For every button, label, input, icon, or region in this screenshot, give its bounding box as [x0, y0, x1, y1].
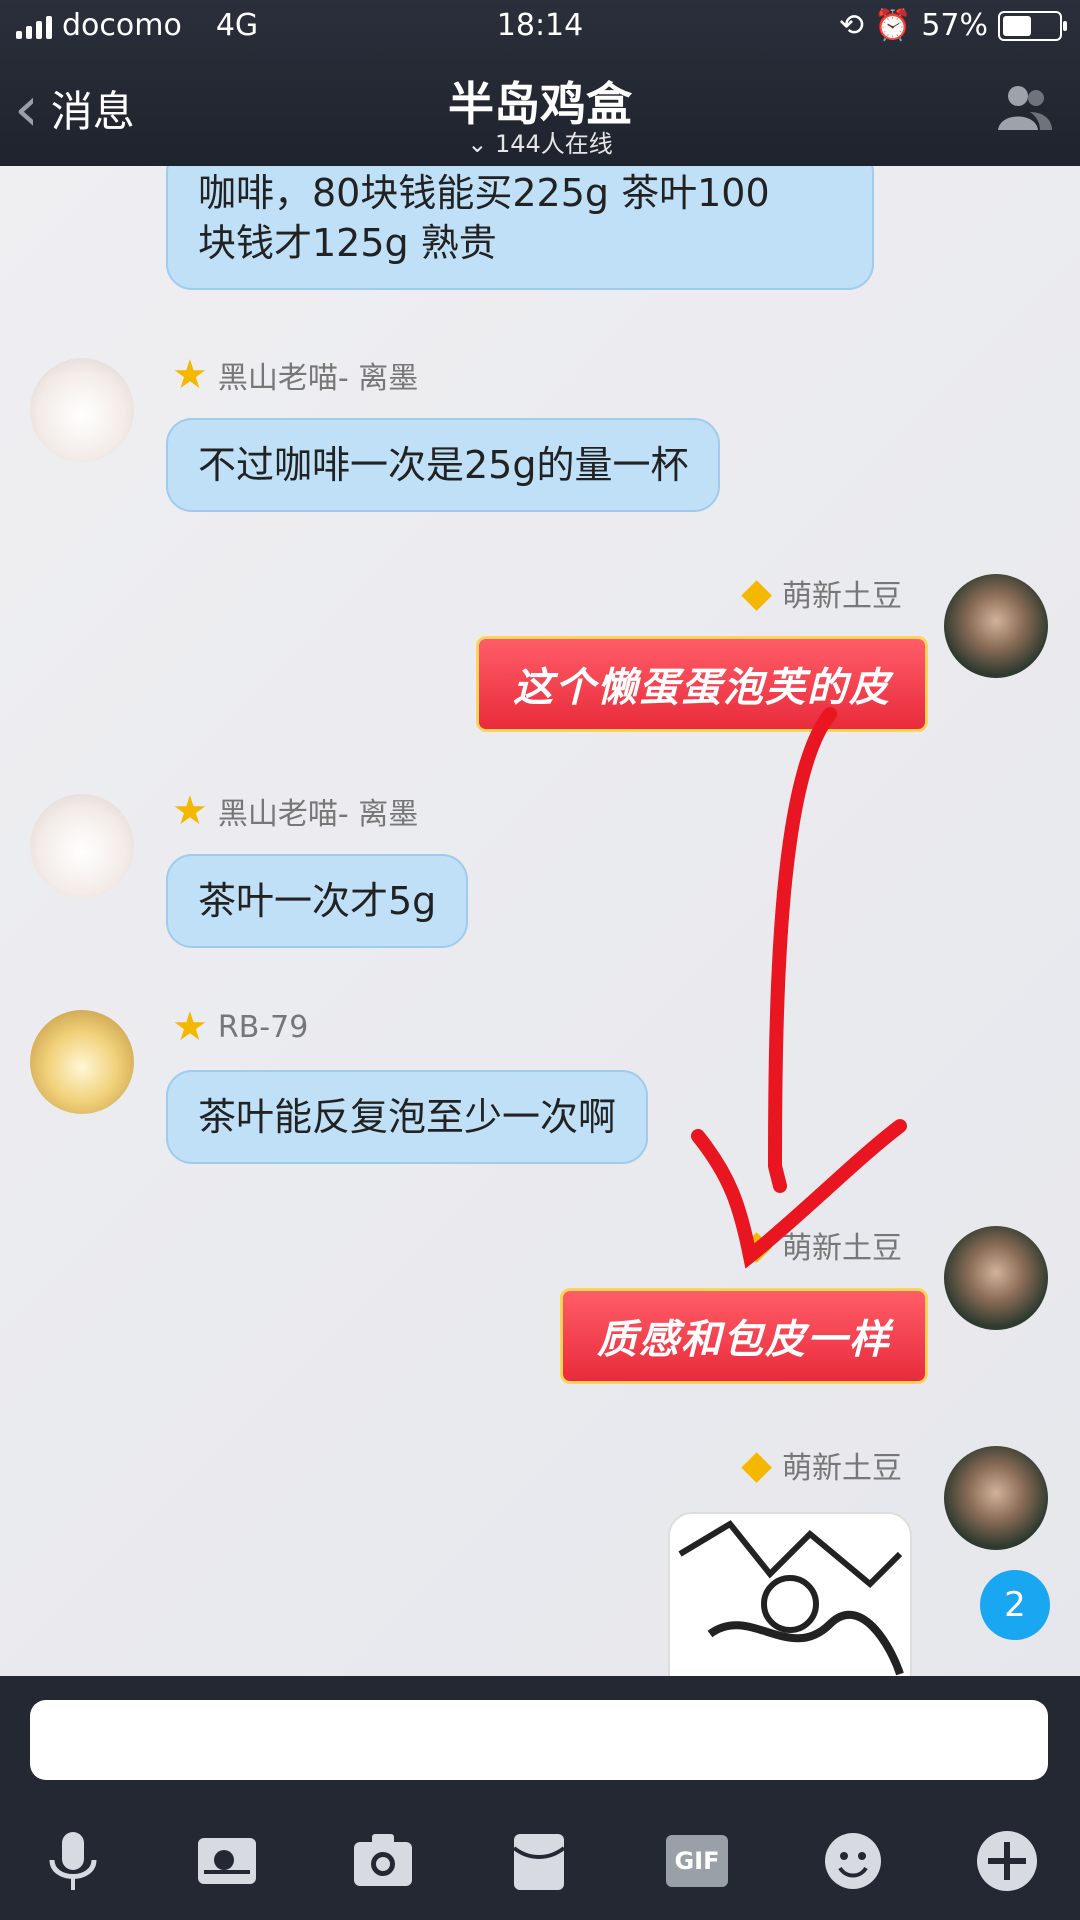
message-text: 茶叶能反复泡至少一次啊 — [198, 1095, 617, 1139]
status-bar: docomo 4G 18:14 ⟲ ⏰ 57% — [0, 8, 1080, 52]
star-icon: ◆ — [741, 570, 772, 616]
message-bubble[interactable]: 这个懒蛋蛋泡芙的皮 — [476, 636, 928, 732]
battery-icon — [998, 10, 1067, 41]
avatar[interactable] — [30, 794, 134, 898]
online-count: ⌄ 144人在线 — [0, 124, 1080, 159]
message-bubble[interactable]: 不过咖啡一次是25g的量一杯 — [166, 418, 721, 512]
message-text: 质感和包皮一样 — [597, 1317, 891, 1363]
gif-label: GIF — [666, 1835, 728, 1887]
message-text: 茶叶一次才5g — [198, 879, 437, 923]
message-text: 不过咖啡一次是25g的量一杯 — [198, 443, 689, 487]
sender-name: ◆ 萌新土豆 — [741, 1222, 902, 1268]
message-bubble[interactable]: 质感和包皮一样 — [560, 1288, 928, 1384]
message-bubble[interactable]: 咖啡，80块钱能买225g 茶叶100 块钱才125g 熟贵 — [166, 166, 874, 290]
avatar[interactable] — [944, 574, 1048, 678]
avatar[interactable] — [30, 358, 134, 462]
star-icon: ★ — [172, 788, 208, 834]
plus-icon[interactable] — [972, 1826, 1042, 1896]
sender-name: ◆ 萌新土豆 — [741, 570, 902, 616]
star-icon: ★ — [172, 1004, 208, 1050]
unread-badge[interactable]: 2 — [980, 1570, 1050, 1640]
rotation-lock-icon: ⟲ — [838, 8, 864, 43]
star-icon: ◆ — [741, 1442, 772, 1488]
sender-name: ★ RB-79 — [172, 1004, 308, 1050]
avatar[interactable] — [944, 1226, 1048, 1330]
star-icon: ◆ — [741, 1222, 772, 1268]
photo-icon[interactable] — [192, 1826, 262, 1896]
red-arrow-annotation — [691, 707, 907, 1269]
camera-icon[interactable] — [348, 1826, 418, 1896]
sender-name-text: 萌新土豆 — [782, 1451, 902, 1486]
microphone-icon[interactable] — [38, 1826, 108, 1896]
input-bar: GIF — [0, 1676, 1080, 1920]
battery-percent: 57% — [921, 8, 988, 43]
sender-name-text: 黑山老喵- 离墨 — [217, 361, 419, 396]
sender-name: ★ 黑山老喵- 离墨 — [172, 352, 418, 398]
sender-name-text: RB-79 — [217, 1009, 309, 1045]
sender-name: ★ 黑山老喵- 离墨 — [172, 788, 418, 834]
message-input[interactable] — [30, 1700, 1048, 1780]
alarm-icon: ⏰ — [873, 8, 912, 43]
message-text: 这个懒蛋蛋泡芙的皮 — [513, 665, 891, 711]
gif-icon[interactable]: GIF — [662, 1826, 732, 1896]
message-bubble[interactable]: 茶叶一次才5g — [166, 854, 469, 948]
sender-name-text: 萌新土豆 — [782, 1231, 902, 1266]
message-text: 咖啡，80块钱能买225g 茶叶100 — [198, 171, 770, 215]
message-text: 块钱才125g 熟贵 — [198, 221, 497, 265]
top-bar: docomo 4G 18:14 ⟲ ⏰ 57% ‹ 消息 半岛鸡盒 ⌄ 144人… — [0, 0, 1080, 166]
emoji-icon[interactable] — [818, 1826, 888, 1896]
red-packet-icon[interactable] — [504, 1826, 574, 1896]
sender-name: ◆ 萌新土豆 — [741, 1442, 902, 1488]
nav-bar: ‹ 消息 半岛鸡盒 ⌄ 144人在线 — [0, 64, 1080, 164]
chevron-down-icon: ⌄ — [467, 130, 488, 158]
sender-name-text: 黑山老喵- 离墨 — [217, 797, 419, 832]
image-message[interactable] — [668, 1512, 912, 1676]
avatar[interactable] — [944, 1446, 1048, 1550]
online-count-text: 144人在线 — [494, 130, 613, 158]
star-icon: ★ — [172, 352, 208, 398]
avatar[interactable] — [30, 1010, 134, 1114]
sender-name-text: 萌新土豆 — [782, 579, 902, 614]
message-bubble[interactable]: 茶叶能反复泡至少一次啊 — [166, 1070, 649, 1164]
chat-area[interactable]: 咖啡，80块钱能买225g 茶叶100 块钱才125g 熟贵 ★ 黑山老喵- 离… — [0, 166, 1080, 1676]
toolbar: GIF — [0, 1796, 1080, 1916]
group-members-icon[interactable] — [994, 82, 1054, 132]
status-right: ⟲ ⏰ 57% — [838, 8, 1067, 43]
